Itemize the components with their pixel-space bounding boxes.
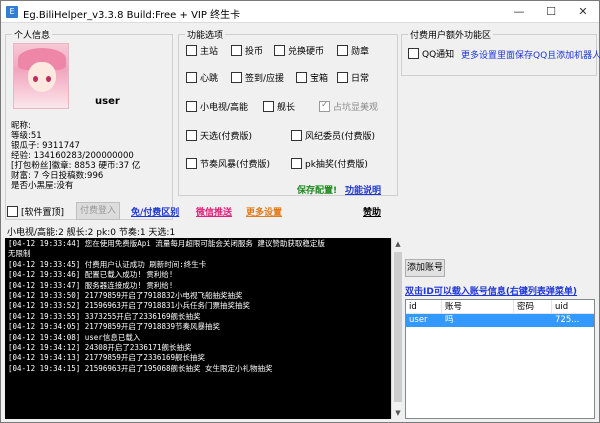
silver-label: 银瓜子: 9311747 bbox=[11, 141, 80, 151]
checkbox-box[interactable] bbox=[263, 101, 274, 112]
log-line: [04-12 19:33:55] 3373255开启了2336169舰长抽奖 bbox=[8, 311, 201, 321]
checkbox-exchange-coin[interactable]: 兑换硬币 bbox=[274, 44, 324, 57]
checkbox-box[interactable] bbox=[291, 130, 302, 141]
more-settings-qq-link[interactable]: 更多设置里面保存QQ且添加机器人 bbox=[461, 48, 600, 61]
log-line: [04-12 19:33:45] 付费用户认证成功 刷新时间:终生卡 bbox=[8, 259, 207, 269]
blackroom-label: 是否小黑屋:没有 bbox=[11, 181, 74, 191]
wealth-label: 财富: 7 今日投稿数:996 bbox=[11, 171, 104, 181]
window-title: Eg.BiliHelper_v3.3.8 Build:Free + VIP 终生… bbox=[23, 10, 241, 21]
cell-account: 吗 bbox=[445, 315, 454, 325]
checkbox-box[interactable] bbox=[186, 72, 197, 83]
checkbox-medal[interactable]: 勋章 bbox=[337, 44, 369, 57]
column-header-account[interactable]: 账号 bbox=[442, 300, 514, 313]
cell-uid: 725... bbox=[555, 315, 580, 325]
column-header-id[interactable]: id bbox=[406, 300, 442, 313]
checkbox-box[interactable] bbox=[408, 48, 419, 59]
checkbox-box[interactable] bbox=[186, 45, 197, 56]
checkbox-box[interactable] bbox=[274, 45, 285, 56]
scroll-up-icon[interactable]: ▲ bbox=[392, 238, 404, 250]
checkbox-placeholder: 占坑显美观 bbox=[319, 100, 378, 113]
checkbox-discipline[interactable]: 风纪委员(付费版) bbox=[291, 129, 375, 142]
wechat-push-link[interactable]: 微信推送 bbox=[196, 205, 232, 218]
feature-options-title: 功能选项 bbox=[185, 28, 226, 41]
app-window: E Eg.BiliHelper_v3.3.8 Build:Free + VIP … bbox=[0, 0, 600, 423]
log-line: [04-12 19:34:13] 21779859开启了2336169舰长抽奖 bbox=[8, 353, 205, 363]
avatar bbox=[13, 43, 69, 109]
column-header-uid[interactable]: uid bbox=[552, 300, 594, 313]
paid-login-button[interactable]: 付费登入 bbox=[76, 202, 120, 220]
log-line: [04-12 19:34:08] user信息已载入 bbox=[8, 332, 141, 342]
checkbox-qq-notify[interactable]: QQ通知 bbox=[408, 47, 454, 60]
medal-label: [打包粉丝]徽章: 8853 硬币:37 亿 bbox=[11, 161, 141, 171]
save-config-link[interactable]: 保存配置! bbox=[297, 183, 337, 196]
checkbox-treasure[interactable]: 宝箱 bbox=[296, 71, 328, 84]
log-line: [04-12 19:33:50] 21779859开启了7918832小电视飞船… bbox=[8, 291, 243, 301]
nickname-label: 昵称: bbox=[11, 121, 31, 131]
scroll-down-icon[interactable]: ▼ bbox=[392, 407, 404, 419]
checkbox-small-tv[interactable]: 小电视/高能 bbox=[186, 100, 248, 113]
checkbox-box[interactable] bbox=[291, 158, 302, 169]
paid-features-title: 付费用户额外功能区 bbox=[408, 28, 494, 41]
stats-line: 小电视/高能:2 舰长:2 pk:0 节奏:1 天选:1 bbox=[7, 228, 176, 238]
log-line: [04-12 19:34:12] 24308开启了2336171舰长抽奖 bbox=[8, 343, 192, 353]
sponsor-link[interactable]: 赞助 bbox=[363, 205, 381, 218]
close-button[interactable]: ✕ bbox=[567, 1, 599, 23]
checkbox-daily[interactable]: 日常 bbox=[337, 71, 369, 84]
free-paid-diff-link[interactable]: 免/付费区别 bbox=[131, 205, 179, 218]
title-bar[interactable]: E Eg.BiliHelper_v3.3.8 Build:Free + VIP … bbox=[1, 1, 599, 23]
checkbox-box[interactable] bbox=[231, 45, 242, 56]
log-line: [04-12 19:34:05] 21779859开启了7918839节奏风暴抽… bbox=[8, 322, 220, 332]
checkbox-heartbeat[interactable]: 心跳 bbox=[186, 71, 218, 84]
exp-label: 经验: 134160283/200000000 bbox=[11, 151, 134, 161]
cell-id: user bbox=[409, 315, 428, 325]
log-line: 无限制 bbox=[8, 249, 31, 259]
checkbox-box[interactable] bbox=[231, 72, 242, 83]
username-label: user bbox=[95, 96, 120, 107]
log-scrollbar[interactable]: ▲ ▼ bbox=[391, 238, 403, 419]
column-header-password[interactable]: 密码 bbox=[514, 300, 552, 313]
checkbox-box[interactable] bbox=[337, 72, 348, 83]
app-icon: E bbox=[6, 6, 18, 18]
load-account-hint[interactable]: 双击ID可以载入账号信息(右键列表弹菜单) bbox=[405, 284, 577, 297]
cell-password bbox=[514, 314, 552, 327]
accounts-table[interactable]: id 账号 密码 uid user 吗 725... bbox=[405, 299, 595, 419]
checkbox-main-site[interactable]: 主站 bbox=[186, 44, 218, 57]
personal-info-title: 个人信息 bbox=[12, 28, 53, 41]
checkbox-coin[interactable]: 投币 bbox=[231, 44, 263, 57]
function-description-link[interactable]: 功能说明 bbox=[345, 183, 381, 196]
checkbox-rhythm-storm[interactable]: 节奏风暴(付费版) bbox=[186, 157, 270, 170]
level-label: 等级:51 bbox=[11, 131, 42, 141]
minimize-button[interactable]: — bbox=[503, 1, 535, 23]
log-line: [04-12 19:34:15] 21596963开启了195068舰长抽奖 女… bbox=[8, 363, 273, 373]
log-console[interactable]: [04-12 19:33:44] 您在使用免费版Api 流量每月超限可能会关闭服… bbox=[5, 238, 391, 419]
scroll-thumb[interactable] bbox=[394, 252, 402, 402]
table-header: id 账号 密码 uid bbox=[406, 300, 594, 314]
checkbox-box[interactable] bbox=[186, 101, 197, 112]
checkbox-box[interactable] bbox=[296, 72, 307, 83]
checkbox-box[interactable] bbox=[337, 45, 348, 56]
more-settings-link[interactable]: 更多设置 bbox=[246, 205, 282, 218]
log-line: [04-12 19:33:44] 您在使用免费版Api 流量每月超限可能会关闭服… bbox=[8, 239, 325, 248]
checkbox-captain[interactable]: 舰长 bbox=[263, 100, 295, 113]
table-row[interactable]: user 吗 725... bbox=[406, 314, 594, 327]
checkbox-box bbox=[319, 100, 330, 112]
log-line: [04-12 19:33:52] 21596963开启了7918831小兵任务门… bbox=[8, 301, 250, 311]
log-line: [04-12 19:33:47] 服务器连接成功! 贯利给! bbox=[8, 280, 174, 290]
checkbox-software-top[interactable]: [软件置顶] bbox=[7, 205, 64, 218]
log-line: [04-12 19:33:46] 配置已载入成功! 贯利给! bbox=[8, 270, 174, 280]
add-account-button[interactable]: 添加账号 bbox=[405, 259, 445, 277]
checkbox-box[interactable] bbox=[186, 130, 197, 141]
checkbox-box[interactable] bbox=[7, 206, 18, 217]
checkbox-box[interactable] bbox=[186, 158, 197, 169]
checkbox-pk-lottery[interactable]: pk抽奖(付费版) bbox=[291, 157, 368, 170]
checkbox-sign-in[interactable]: 签到/应援 bbox=[231, 71, 284, 84]
feature-options-group: 功能选项 bbox=[178, 28, 398, 196]
maximize-button[interactable]: ☐ bbox=[535, 1, 567, 23]
checkbox-tianxuan[interactable]: 天选(付费版) bbox=[186, 129, 252, 142]
